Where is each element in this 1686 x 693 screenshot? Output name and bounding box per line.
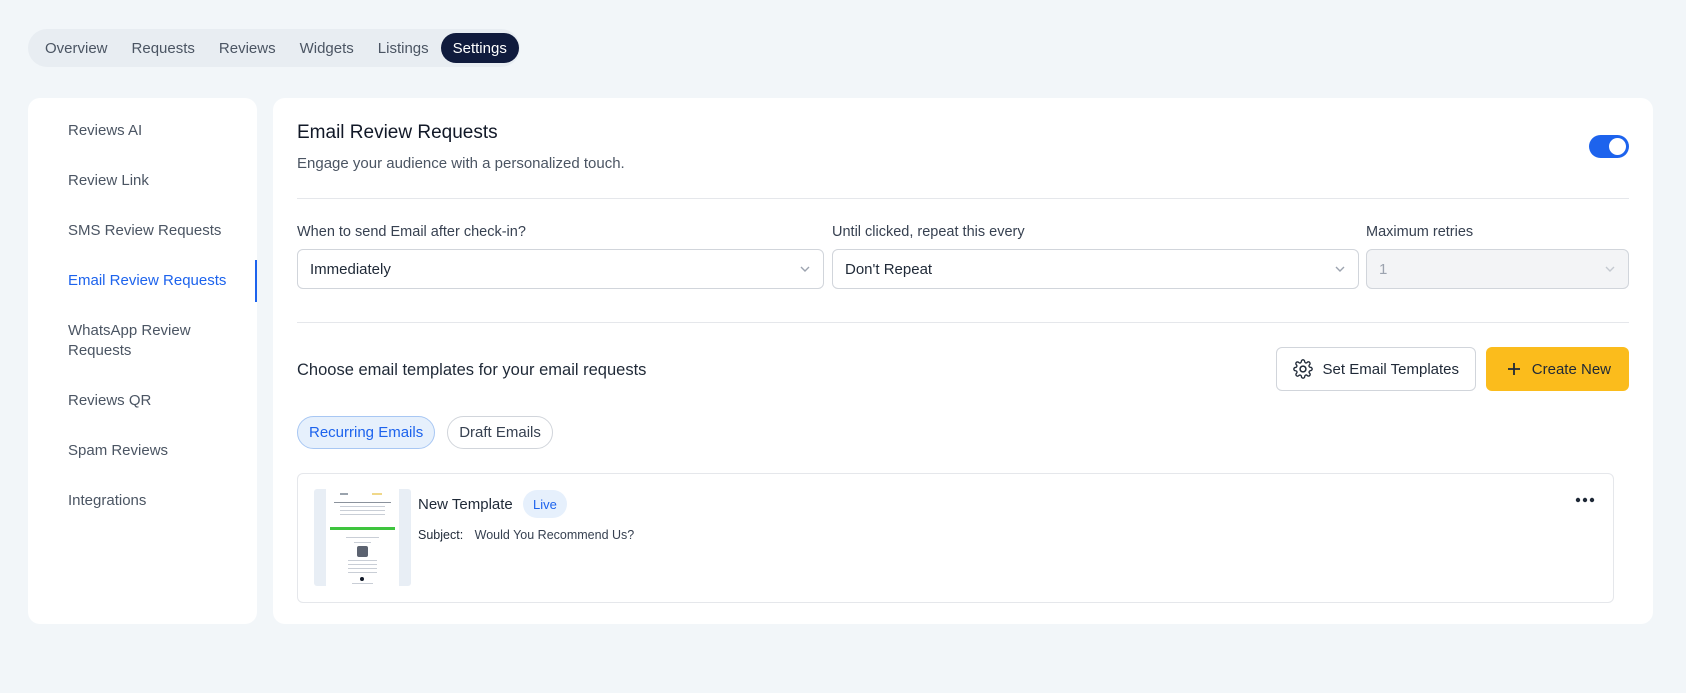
chevron-down-icon (800, 266, 810, 272)
sidebar-item-sms-review-requests[interactable]: SMS Review Requests (28, 210, 257, 252)
page-subtitle: Engage your audience with a personalized… (297, 155, 625, 172)
email-review-settings-panel: Email Review Requests Engage your audien… (273, 98, 1653, 624)
tab-draft-emails[interactable]: Draft Emails (447, 416, 553, 449)
sidebar-item-reviews-qr[interactable]: Reviews QR (28, 380, 257, 422)
send-after-field: When to send Email after check-in? Immed… (297, 224, 824, 289)
send-after-label: When to send Email after check-in? (297, 224, 526, 240)
template-type-tabs: Recurring Emails Draft Emails (297, 416, 553, 449)
tab-overview[interactable]: Overview (33, 33, 120, 63)
repeat-field: Until clicked, repeat this every Don't R… (832, 224, 1359, 289)
send-after-value: Immediately (310, 260, 391, 278)
tab-recurring-emails[interactable]: Recurring Emails (297, 416, 436, 449)
max-retries-field: Maximum retries 1 (1366, 224, 1629, 289)
sidebar-item-whatsapp-review-requests[interactable]: WhatsApp Review Requests (28, 310, 257, 372)
gear-icon (1292, 359, 1313, 379)
send-after-select[interactable]: Immediately (297, 249, 824, 289)
subject-value: Would You Recommend Us? (474, 528, 635, 542)
max-retries-label: Maximum retries (1366, 224, 1474, 240)
repeat-select[interactable]: Don't Repeat (832, 249, 1359, 289)
create-new-label: Create New (1531, 360, 1611, 378)
template-thumbnail[interactable] (314, 489, 411, 586)
max-retries-select[interactable]: 1 (1366, 249, 1629, 289)
settings-sidebar: Reviews AI Review Link SMS Review Reques… (28, 98, 257, 624)
repeat-value: Don't Repeat (845, 260, 933, 278)
templates-heading: Choose email templates for your email re… (297, 361, 647, 379)
divider (297, 198, 1629, 199)
sidebar-item-review-link[interactable]: Review Link (28, 160, 257, 202)
tab-widgets[interactable]: Widgets (288, 33, 366, 63)
thumbnail-page (326, 489, 399, 586)
tab-requests[interactable]: Requests (120, 33, 207, 63)
template-name: New Template (418, 496, 513, 513)
chevron-down-icon (1605, 266, 1615, 272)
more-options-button[interactable] (1573, 490, 1597, 510)
tab-reviews[interactable]: Reviews (207, 33, 288, 63)
divider (297, 322, 1629, 323)
template-subject: Subject: Would You Recommend Us? (418, 528, 634, 542)
set-email-templates-label: Set Email Templates (1322, 360, 1459, 378)
tab-listings[interactable]: Listings (366, 33, 441, 63)
page-title: Email Review Requests (297, 122, 498, 143)
top-tabs: Overview Requests Reviews Widgets Listin… (28, 29, 520, 67)
sidebar-item-spam-reviews[interactable]: Spam Reviews (28, 430, 257, 472)
create-new-button[interactable]: Create New (1485, 347, 1629, 391)
sidebar-item-reviews-ai[interactable]: Reviews AI (28, 110, 257, 152)
more-horizontal-icon (1575, 497, 1595, 503)
tab-settings[interactable]: Settings (440, 33, 519, 63)
plus-icon (1507, 363, 1520, 375)
sidebar-item-email-review-requests[interactable]: Email Review Requests (28, 260, 257, 302)
chevron-down-icon (1335, 266, 1345, 272)
sidebar-item-integrations[interactable]: Integrations (28, 480, 257, 522)
max-retries-value: 1 (1379, 260, 1388, 278)
status-badge: Live (523, 490, 567, 518)
toggle-knob (1609, 138, 1626, 155)
enable-email-requests-toggle[interactable] (1589, 135, 1629, 158)
subject-label: Subject: (418, 528, 464, 542)
set-email-templates-button[interactable]: Set Email Templates (1275, 347, 1476, 391)
repeat-label: Until clicked, repeat this every (832, 224, 1025, 240)
template-card[interactable]: New Template Live Subject: Would You Rec… (297, 473, 1614, 603)
